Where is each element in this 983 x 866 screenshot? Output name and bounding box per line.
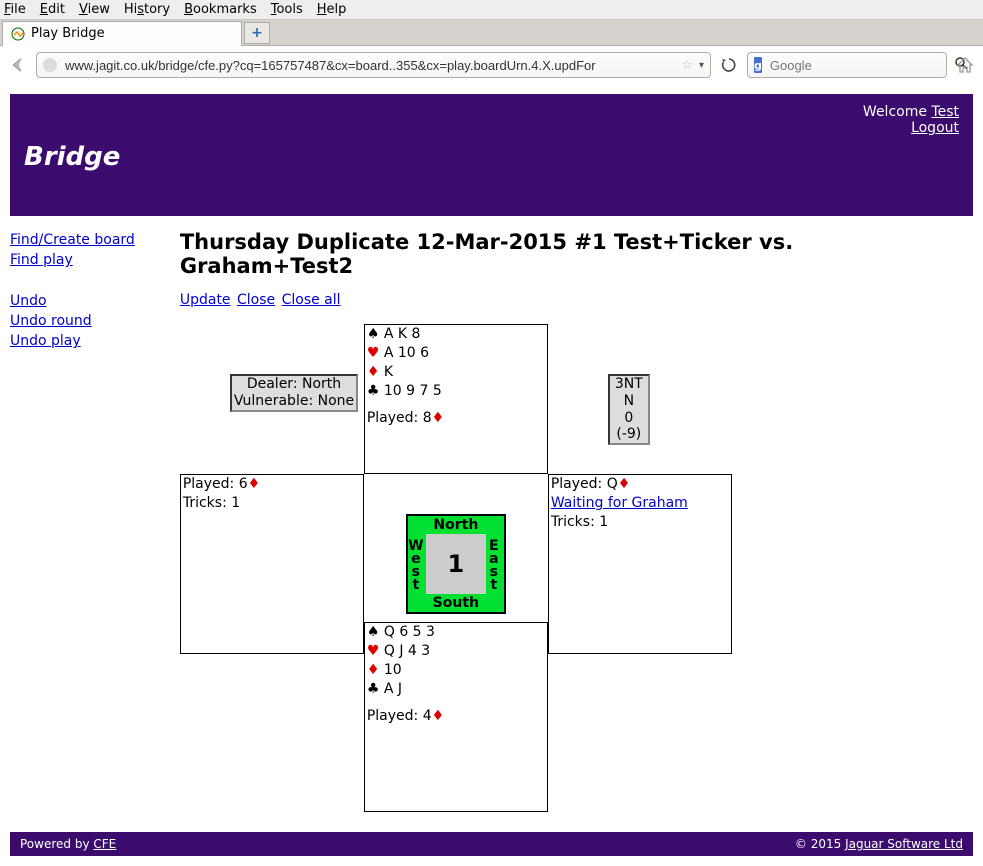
search-input[interactable] (768, 57, 948, 74)
contract-box: 3NT N 0 (-9) (608, 374, 650, 445)
menu-help[interactable]: Help (317, 2, 347, 17)
new-tab-button[interactable]: + (244, 22, 270, 44)
reload-button[interactable] (717, 53, 741, 77)
browser-menubar: File Edit View History Bookmarks Tools H… (0, 0, 983, 20)
west-played-card: 6 (239, 476, 248, 492)
compass-west: West (410, 534, 424, 594)
page-heading: Thursday Duplicate 12-Mar-2015 #1 Test+T… (180, 230, 973, 278)
main: Thursday Duplicate 12-Mar-2015 #1 Test+T… (180, 230, 973, 824)
copyright-link[interactable]: Jaguar Software Ltd (845, 837, 963, 851)
browser-tabbar: Play Bridge + (0, 20, 983, 46)
action-close[interactable]: Close (237, 292, 275, 308)
east-tricks: Tricks: 1 (551, 513, 729, 532)
url-input[interactable] (63, 57, 675, 74)
compass-north: North (408, 517, 504, 533)
sidebar-undo-play[interactable]: Undo play (10, 333, 81, 349)
content: Find/Create board Find play Undo Undo ro… (10, 216, 973, 824)
actions: Update Close Close all (180, 292, 973, 308)
url-favicon (43, 58, 57, 72)
powered-by-link[interactable]: CFE (93, 837, 116, 851)
compass: North South West East 1 (406, 514, 506, 614)
site-title: Bridge (24, 142, 957, 172)
diamond-icon (367, 364, 380, 380)
waiting-text: Waiting for Graham (551, 494, 729, 513)
back-button[interactable] (6, 53, 30, 77)
heart-icon (367, 345, 380, 361)
tab-title: Play Bridge (31, 26, 105, 41)
west-tricks: Tricks: 1 (183, 494, 361, 513)
logout-link[interactable]: Logout (911, 120, 959, 136)
north-spades: A K 8 (384, 326, 421, 342)
north-played-card: 8 (423, 410, 432, 426)
compass-south: South (408, 595, 504, 611)
powered-by-text: Powered by (20, 837, 93, 851)
sidebar: Find/Create board Find play Undo Undo ro… (10, 230, 160, 824)
browser-toolbar: ☆ ▾ g (0, 46, 983, 84)
welcome-text: Welcome (863, 104, 932, 120)
hand-south: Q 6 5 3 Q J 4 3 10 A J Played: 4 (364, 622, 548, 812)
west-played-label: Played: (183, 476, 239, 492)
banner: Welcome Test Logout Bridge (10, 94, 973, 216)
diamond-icon (367, 662, 380, 678)
copyright-text: © 2015 (795, 837, 845, 851)
sidebar-find-create-board[interactable]: Find/Create board (10, 232, 135, 248)
north-diamonds: K (384, 364, 393, 380)
diamond-icon (432, 410, 445, 426)
home-button[interactable] (953, 53, 977, 77)
tab-favicon (11, 27, 25, 41)
heart-icon (367, 643, 380, 659)
menu-history[interactable]: History (124, 2, 170, 17)
search-bar[interactable]: g (747, 52, 947, 78)
dealer-text: Dealer: North (234, 376, 354, 393)
east-played-label: Played: (551, 476, 607, 492)
menu-file[interactable]: File (4, 2, 26, 17)
spade-icon (367, 326, 380, 342)
hand-north: A K 8 A 10 6 K 10 9 7 5 Played: 8 (364, 324, 548, 474)
deal-info-box: Dealer: North Vulnerable: None (230, 374, 358, 412)
diamond-icon (248, 476, 261, 492)
address-bar[interactable]: ☆ ▾ (36, 52, 711, 78)
south-played-card: 4 (423, 708, 432, 724)
action-update[interactable]: Update (180, 292, 231, 308)
browser-tab[interactable]: Play Bridge (2, 21, 242, 46)
north-played-label: Played: (367, 410, 423, 426)
action-close-all[interactable]: Close all (282, 292, 341, 308)
hand-east: Played: Q Waiting for Graham Tricks: 1 (548, 474, 732, 654)
contract-line2: 0 (-9) (612, 410, 646, 444)
hand-west: Played: 6 Tricks: 1 (180, 474, 364, 654)
user-link[interactable]: Test (931, 104, 959, 120)
url-dropdown-icon[interactable]: ▾ (699, 60, 704, 71)
diamond-icon (432, 708, 445, 724)
club-icon (367, 383, 380, 399)
search-engine-icon: g (754, 57, 762, 73)
menu-edit[interactable]: Edit (40, 2, 65, 17)
menu-view[interactable]: View (79, 2, 110, 17)
contract-line1: 3NT N (612, 376, 646, 410)
south-hearts: Q J 4 3 (384, 643, 430, 659)
menu-tools[interactable]: Tools (271, 2, 303, 17)
sidebar-find-play[interactable]: Find play (10, 252, 73, 268)
vulnerable-text: Vulnerable: None (234, 393, 354, 410)
club-icon (367, 681, 380, 697)
south-spades: Q 6 5 3 (384, 624, 435, 640)
bookmark-star-icon[interactable]: ☆ (681, 58, 693, 73)
bridge-table: Dealer: North Vulnerable: None 3NT N 0 (… (180, 324, 920, 824)
north-hearts: A 10 6 (384, 345, 429, 361)
south-played-label: Played: (367, 708, 423, 724)
sidebar-undo-round[interactable]: Undo round (10, 313, 92, 329)
south-diamonds: 10 (384, 662, 402, 678)
east-played-card: Q (607, 476, 618, 492)
north-clubs: 10 9 7 5 (384, 383, 442, 399)
south-clubs: A J (384, 681, 402, 697)
menu-bookmarks[interactable]: Bookmarks (184, 2, 257, 17)
page: Welcome Test Logout Bridge Find/Create b… (0, 84, 983, 866)
board-number: 1 (426, 534, 486, 594)
compass-east: East (488, 534, 502, 594)
sidebar-undo[interactable]: Undo (10, 293, 47, 309)
diamond-icon (618, 476, 631, 492)
welcome-block: Welcome Test Logout (863, 104, 959, 136)
spade-icon (367, 624, 380, 640)
